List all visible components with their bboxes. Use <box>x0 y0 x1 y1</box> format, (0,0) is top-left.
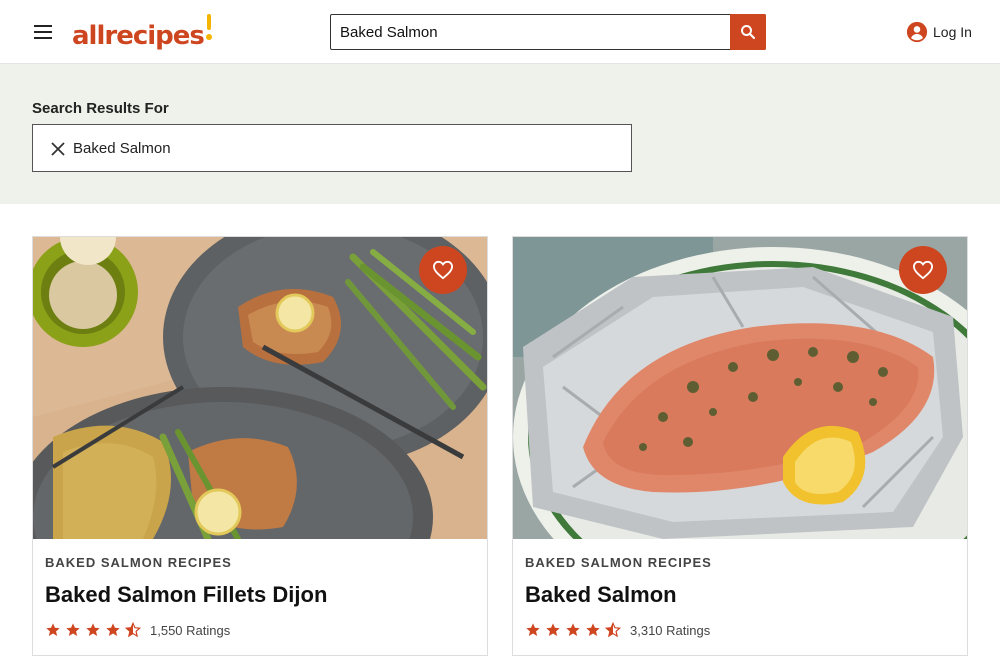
search-icon <box>741 25 756 40</box>
save-recipe-button[interactable] <box>899 246 947 294</box>
recipe-image[interactable] <box>513 237 967 539</box>
heart-icon <box>432 260 454 280</box>
search-results-heading: Search Results For <box>32 100 169 117</box>
search-term-filter[interactable]: Baked Salmon <box>32 124 632 172</box>
save-recipe-button[interactable] <box>419 246 467 294</box>
star-icon <box>546 623 560 636</box>
recipe-category[interactable]: BAKED SALMON RECIPES <box>525 555 712 570</box>
search-bar <box>330 14 766 50</box>
recipe-title[interactable]: Baked Salmon Fillets Dijon <box>45 582 327 608</box>
allrecipes-logo[interactable]: allrecipes <box>72 12 213 51</box>
recipe-rating: 3,310 Ratings <box>525 621 710 639</box>
star-icon <box>526 623 540 636</box>
heart-icon <box>912 260 934 280</box>
close-icon[interactable] <box>48 139 68 159</box>
recipe-card[interactable]: BAKED SALMON RECIPES Baked Salmon Fillet… <box>32 236 488 656</box>
recipe-title[interactable]: Baked Salmon <box>525 582 677 608</box>
ratings-count: 3,310 Ratings <box>630 622 711 638</box>
search-results-section: Search Results For Baked Salmon <box>0 64 1000 204</box>
recipe-rating: 1,550 Ratings <box>45 621 230 639</box>
star-rating <box>45 622 145 638</box>
star-rating <box>525 622 625 638</box>
star-icon <box>566 623 580 636</box>
recipe-image[interactable] <box>33 237 487 539</box>
recipe-card[interactable]: BAKED SALMON RECIPES Baked Salmon 3,310 … <box>512 236 968 656</box>
search-term: Baked Salmon <box>73 140 171 157</box>
login-button[interactable]: Log In <box>906 21 972 43</box>
star-icon <box>66 623 80 636</box>
star-icon <box>46 623 60 636</box>
site-header: allrecipes Log In <box>0 0 1000 64</box>
logo-text: allrecipes <box>72 21 205 51</box>
menu-icon[interactable] <box>32 22 56 42</box>
star-icon <box>106 623 120 636</box>
search-button[interactable] <box>730 14 766 50</box>
half-star-icon <box>605 622 621 638</box>
star-icon <box>586 623 600 636</box>
user-account-icon <box>906 21 928 43</box>
ratings-count: 1,550 Ratings <box>150 622 231 638</box>
logo-exclamation-mark <box>205 12 213 42</box>
recipe-category[interactable]: BAKED SALMON RECIPES <box>45 555 232 570</box>
login-label: Log In <box>933 24 972 40</box>
half-star-icon <box>125 622 141 638</box>
search-input[interactable] <box>331 15 731 49</box>
star-icon <box>86 623 100 636</box>
